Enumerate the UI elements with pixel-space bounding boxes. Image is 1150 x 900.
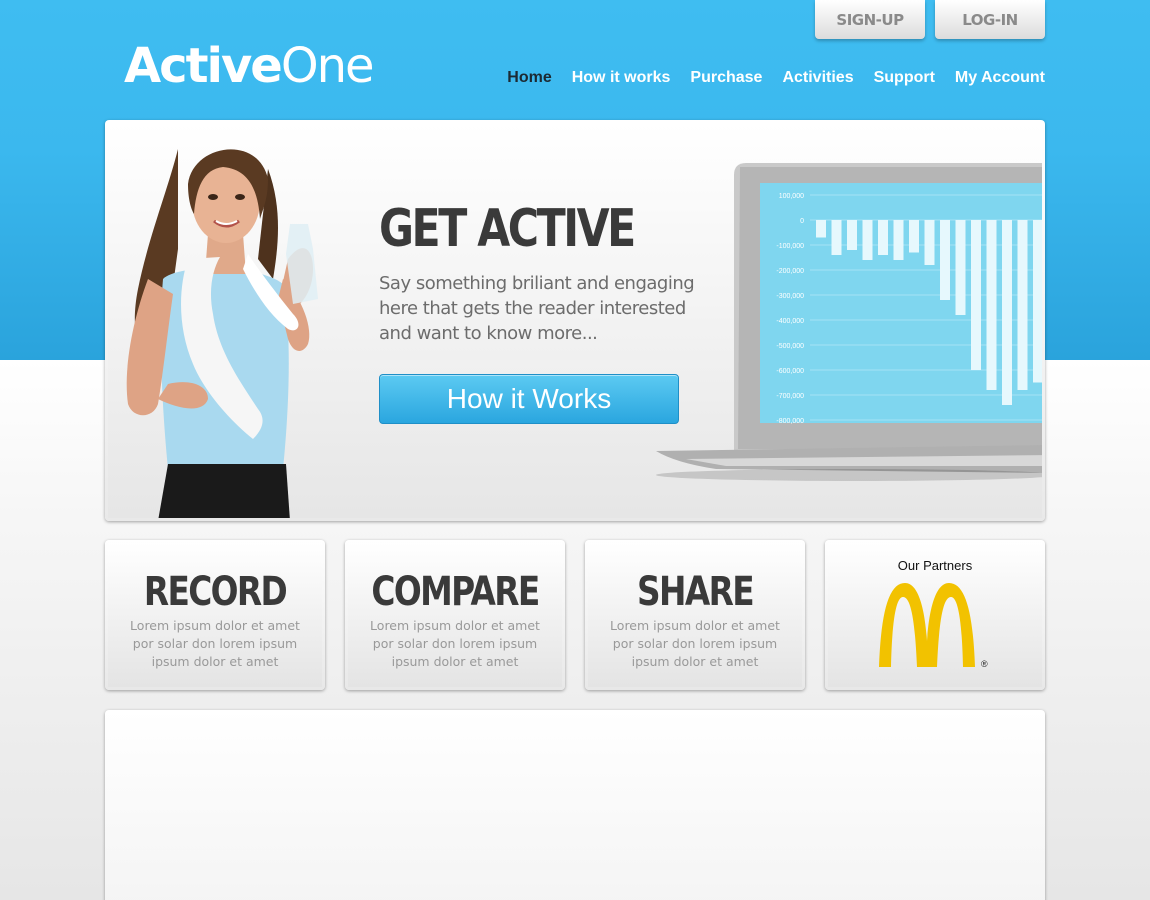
chart-tick-label: 0 bbox=[800, 218, 804, 225]
content-panel bbox=[105, 710, 1045, 900]
how-it-works-button[interactable]: How it Works bbox=[379, 374, 679, 424]
chart-tick-label: -400,000 bbox=[776, 318, 804, 325]
chart-bar bbox=[878, 220, 888, 255]
chart-tick-label: -100,000 bbox=[776, 243, 804, 250]
laptop-chart-image: 100,000 0 -100,000 -200,000 -300,000 -400,000… bbox=[656, 163, 1042, 481]
chart-tick-label: -500,000 bbox=[776, 343, 804, 350]
feature-title: SHARE bbox=[637, 569, 755, 615]
trademark-symbol: ® bbox=[981, 659, 988, 669]
chart-bar bbox=[924, 220, 935, 265]
chart-bar bbox=[986, 220, 997, 390]
chart-bar bbox=[971, 220, 981, 370]
woman-photo bbox=[126, 149, 318, 518]
chart-bar bbox=[955, 220, 966, 315]
chart-bar bbox=[816, 220, 826, 238]
chart-tick-label: -300,000 bbox=[776, 293, 804, 300]
feature-text: Lorem ipsum dolor et amet por solar don … bbox=[610, 618, 780, 669]
hero-title: GET ACTIVE bbox=[379, 199, 636, 259]
chart-tick-label: -600,000 bbox=[776, 368, 804, 375]
nav-how-it-works[interactable]: How it works bbox=[572, 69, 671, 87]
logo-part-active: Active bbox=[124, 38, 283, 94]
login-button[interactable]: LOG-IN bbox=[935, 0, 1045, 39]
chart-bar bbox=[1033, 220, 1042, 383]
feature-card-record[interactable]: RECORD Lorem ipsum dolor et amet por sol… bbox=[105, 540, 325, 690]
nav-my-account[interactable]: My Account bbox=[955, 69, 1045, 87]
chart-tick-label: 100,000 bbox=[779, 193, 804, 200]
chart-tick-label: -200,000 bbox=[776, 268, 804, 275]
logo-part-one: One bbox=[280, 38, 375, 94]
feature-card-share[interactable]: SHARE Lorem ipsum dolor et amet por sola… bbox=[585, 540, 805, 690]
site-logo[interactable]: ActiveOne bbox=[124, 38, 375, 94]
partners-card: Our Partners ® bbox=[825, 540, 1045, 690]
chart-bar bbox=[1017, 220, 1028, 390]
nav-activities[interactable]: Activities bbox=[782, 69, 853, 87]
chart-bar bbox=[940, 220, 950, 300]
nav-support[interactable]: Support bbox=[874, 69, 935, 87]
hero-panel: GET ACTIVE Say something briliant and en… bbox=[105, 120, 1045, 521]
chart-bar bbox=[847, 220, 857, 250]
hero-inner: GET ACTIVE Say something briliant and en… bbox=[108, 123, 1042, 518]
feature-title: RECORD bbox=[143, 569, 288, 615]
signup-button[interactable]: SIGN-UP bbox=[815, 0, 925, 39]
mcdonalds-logo[interactable]: ® bbox=[875, 581, 995, 673]
feature-text: Lorem ipsum dolor et amet por solar don … bbox=[370, 618, 540, 669]
main-nav: Home How it works Purchase Activities Su… bbox=[507, 69, 1045, 87]
chart-tick-label: -800,000 bbox=[776, 418, 804, 425]
partners-title: Our Partners bbox=[897, 558, 973, 573]
chart-bar bbox=[1002, 220, 1012, 405]
hero-text: Say something briliant and engaging here… bbox=[379, 273, 695, 344]
nav-home[interactable]: Home bbox=[507, 69, 551, 87]
chart-bar bbox=[831, 220, 842, 255]
chart-bar bbox=[893, 220, 904, 260]
feature-title: COMPARE bbox=[371, 569, 540, 615]
feature-card-compare[interactable]: COMPARE Lorem ipsum dolor et amet por so… bbox=[345, 540, 565, 690]
chart-bar bbox=[909, 220, 919, 253]
chart-tick-label: -700,000 bbox=[776, 393, 804, 400]
nav-purchase[interactable]: Purchase bbox=[690, 69, 762, 87]
chart-bar bbox=[862, 220, 873, 260]
feature-text: Lorem ipsum dolor et amet por solar don … bbox=[130, 618, 300, 669]
